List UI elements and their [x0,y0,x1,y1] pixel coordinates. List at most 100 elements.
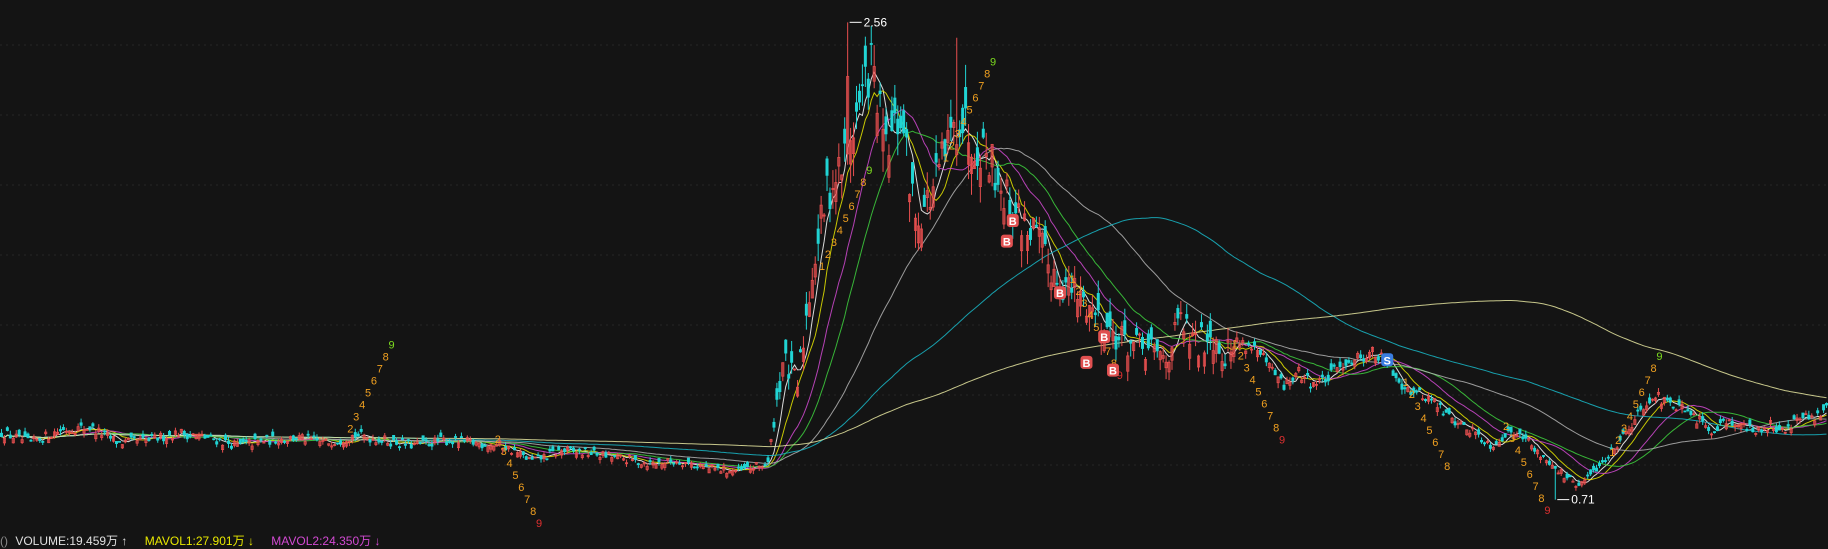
candle-body[interactable] [1500,437,1504,442]
candle-body[interactable] [1326,374,1330,382]
candle-body[interactable] [156,437,160,441]
candle-body[interactable] [1135,328,1139,335]
candle-body[interactable] [1730,420,1734,426]
candle-body[interactable] [238,438,242,444]
candle-body[interactable] [1258,349,1262,355]
candle-body[interactable] [1825,403,1828,406]
candle-body[interactable] [353,432,357,438]
candle-body[interactable] [545,458,549,461]
candle-body[interactable] [613,455,617,457]
candle-body[interactable] [1199,322,1203,328]
candle-body[interactable] [41,440,45,443]
candle-body[interactable] [1291,377,1295,381]
candle-body[interactable] [427,444,431,446]
candle-body[interactable] [678,462,682,465]
candle-body[interactable] [1541,455,1545,457]
candle-body[interactable] [445,441,449,446]
candle-body[interactable] [389,443,393,447]
candle-body[interactable] [1441,413,1445,416]
candle-body[interactable] [380,441,384,443]
candle-body[interactable] [745,462,749,468]
candle-body[interactable] [312,435,316,438]
candle-body[interactable] [1792,415,1796,420]
price-chart[interactable]: 2.560.7123456789234567891234567891234567… [0,0,1828,533]
candle-body[interactable] [1185,314,1189,319]
candle-body[interactable] [359,428,363,432]
candle-body[interactable] [226,440,230,444]
candle-body[interactable] [784,339,788,354]
candle-body[interactable] [1533,447,1537,452]
candle-body[interactable] [569,446,573,449]
candle-body[interactable] [1565,473,1569,479]
candle-body[interactable] [672,462,676,465]
candle-body[interactable] [772,421,776,428]
candle-body[interactable] [981,128,985,138]
candle-body[interactable] [1279,374,1283,379]
candle-body[interactable] [1205,333,1209,342]
candle-body[interactable] [648,460,652,463]
candle-body[interactable] [403,443,407,446]
candle-body[interactable] [1524,434,1528,439]
candle-body[interactable] [1117,336,1121,341]
candle-body[interactable] [1665,397,1669,401]
candle-body[interactable] [893,97,897,114]
candle-body[interactable] [816,228,820,244]
candle-body[interactable] [1668,397,1672,403]
candle-body[interactable] [1429,398,1433,401]
candle-body[interactable] [117,440,121,443]
candle-body[interactable] [828,192,832,210]
candle-body[interactable] [763,464,767,466]
candle-body[interactable] [1055,282,1059,285]
candle-body[interactable] [557,446,561,451]
candle-body[interactable] [1745,429,1749,431]
candle-body[interactable] [8,434,12,439]
candle-body[interactable] [424,439,428,442]
candle-body[interactable] [283,441,287,443]
candle-body[interactable] [439,432,443,437]
candle-body[interactable] [1320,374,1324,378]
candle-body[interactable] [61,427,65,430]
candle-body[interactable] [1424,398,1428,402]
candle-body[interactable] [1453,421,1457,426]
candle-body[interactable] [0,432,3,437]
candle-body[interactable] [1008,199,1012,215]
candle-body[interactable] [1105,312,1109,328]
candle-body[interactable] [356,433,360,437]
candle-body[interactable] [633,455,637,460]
candle-body[interactable] [188,434,192,437]
candle-body[interactable] [1064,277,1068,283]
candle-body[interactable] [1777,425,1781,431]
candle-body[interactable] [1309,386,1313,389]
candle-body[interactable] [271,431,275,437]
candle-body[interactable] [1600,460,1604,463]
candle-body[interactable] [23,431,27,437]
candle-body[interactable] [1350,362,1354,365]
candle-body[interactable] [406,439,410,441]
candle-body[interactable] [17,429,21,435]
candle-body[interactable] [400,437,404,440]
candle-body[interactable] [218,438,222,441]
candle-body[interactable] [1376,356,1380,361]
candle-body[interactable] [1689,410,1693,415]
candle-body[interactable] [38,438,42,442]
candle-body[interactable] [1488,444,1492,449]
candle-body[interactable] [657,458,661,463]
candle-body[interactable] [1323,379,1327,383]
candle-body[interactable] [592,446,596,451]
candle-body[interactable] [103,430,107,433]
candle-body[interactable] [274,441,278,444]
candle-body[interactable] [1598,463,1602,467]
candle-body[interactable] [1686,409,1690,412]
candle-body[interactable] [692,466,696,469]
candle-body[interactable] [775,388,779,400]
candle-body[interactable] [563,448,567,453]
candle-body[interactable] [866,78,870,98]
candle-body[interactable] [224,434,228,441]
candle-body[interactable] [1586,474,1590,477]
candle-body[interactable] [1521,436,1525,440]
candle-body[interactable] [740,466,744,470]
candle-body[interactable] [742,463,746,469]
candle-body[interactable] [259,438,263,441]
candle-body[interactable] [1344,359,1348,366]
candle-body[interactable] [524,456,528,460]
